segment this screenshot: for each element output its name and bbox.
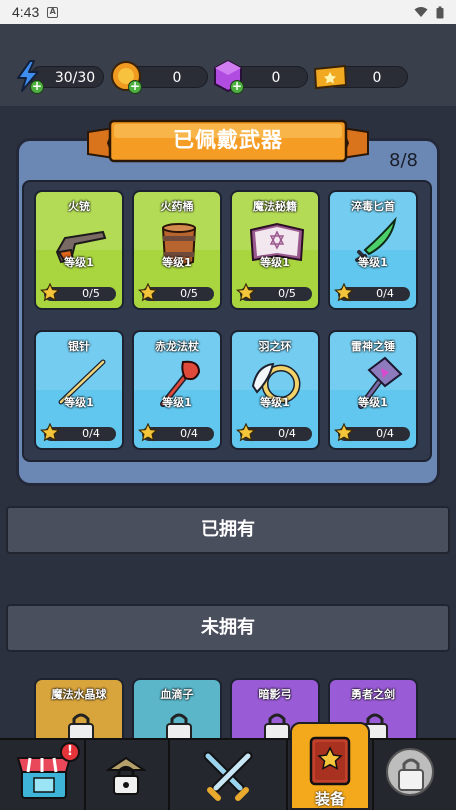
weapon-progress-text: 0/5 <box>180 287 198 300</box>
shop-alert-badge: ! <box>60 742 80 762</box>
star-icon <box>138 283 158 302</box>
nav-shop[interactable]: ! <box>4 740 84 810</box>
coin-value: 0 <box>172 70 182 86</box>
owned-section-header[interactable]: 已拥有 <box>6 506 450 554</box>
weapon-name: 银针 <box>68 340 90 353</box>
star-icon <box>236 423 256 442</box>
weapon-name: 魔法秘籍 <box>253 200 297 213</box>
weapon-progress-text: 0/4 <box>278 427 296 440</box>
nav-equipment-label: 装备 <box>314 790 345 808</box>
status-bar: 4:43 A <box>0 0 456 24</box>
star-icon <box>236 283 256 302</box>
weapon-level: 等级1 <box>260 396 290 409</box>
battery-icon <box>436 6 444 18</box>
notification-icon: A <box>47 6 59 18</box>
unowned-section-header[interactable]: 未拥有 <box>6 604 450 652</box>
gem-add-button[interactable]: + <box>230 80 244 94</box>
weapon-level: 等级1 <box>260 256 290 269</box>
gem-value: 0 <box>271 70 281 86</box>
star-icon <box>334 283 354 302</box>
weapon-name: 羽之环 <box>258 340 292 353</box>
lock-icon <box>398 758 424 791</box>
weapon-level: 等级1 <box>358 256 388 269</box>
weapon-name: 淬毒匕首 <box>351 200 395 213</box>
weapon-name: 血滴子 <box>160 688 194 701</box>
weapon-progress-text: 0/5 <box>278 287 296 300</box>
ticket-value: 0 <box>372 70 382 86</box>
weapon-name: 魔法水晶球 <box>51 688 107 701</box>
weapon-name: 勇者之剑 <box>351 688 395 701</box>
weapon-progress-text: 0/4 <box>180 427 198 440</box>
crossed-swords-icon <box>203 751 253 801</box>
weapon-card-powder-barrel[interactable]: 火药桶 等级1 0/5 <box>132 190 222 310</box>
star-icon <box>40 423 60 442</box>
weapon-name: 暗影弓 <box>258 688 292 701</box>
weapon-name: 火铳 <box>68 200 90 213</box>
wifi-icon <box>414 7 428 17</box>
star-icon <box>40 283 60 302</box>
weapon-level: 等级1 <box>64 396 94 409</box>
weapon-name: 雷神之锤 <box>351 340 395 353</box>
panel-title: 已佩戴武器 <box>173 128 283 152</box>
weapon-progress-text: 0/4 <box>376 427 394 440</box>
weapon-name: 火药桶 <box>160 200 194 213</box>
weapon-card-silver-needle[interactable]: 银针 等级1 0/4 <box>34 330 124 450</box>
equipment-book-icon <box>309 736 351 786</box>
nav-locked-2[interactable] <box>376 740 456 810</box>
weapon-card-flintlock[interactable]: 火铳 等级1 0/5 <box>34 190 124 310</box>
weapon-card-poison-dagger[interactable]: 淬毒匕首 等级1 0/4 <box>328 190 418 310</box>
weapon-card-spellbook[interactable]: 魔法秘籍 等级1 0/5 <box>230 190 320 310</box>
nav-locked-1[interactable] <box>86 740 166 810</box>
weapon-progress-text: 0/4 <box>82 427 100 440</box>
equipped-count: 8/8 <box>389 150 418 171</box>
weapon-level: 等级1 <box>358 396 388 409</box>
weapon-level: 等级1 <box>64 256 94 269</box>
star-icon <box>138 423 158 442</box>
weapon-level: 等级1 <box>162 256 192 269</box>
weapon-card-feather-ring[interactable]: 羽之环 等级1 0/4 <box>230 330 320 450</box>
weapon-card-thunder-hammer[interactable]: 雷神之锤 等级1 0/4 <box>328 330 418 450</box>
energy-value: 30/30 <box>54 70 96 86</box>
weapon-level: 等级1 <box>162 396 192 409</box>
status-time: 4:43 <box>12 4 40 20</box>
weapon-name: 赤龙法杖 <box>155 340 199 353</box>
weapon-progress-text: 0/4 <box>376 287 394 300</box>
star-icon <box>334 423 354 442</box>
nav-battle[interactable] <box>188 740 268 810</box>
energy-add-button[interactable]: + <box>30 80 44 94</box>
lock-icon <box>106 756 146 795</box>
weapon-progress-text: 0/5 <box>82 287 100 300</box>
weapon-card-dragon-staff[interactable]: 赤龙法杖 等级1 0/4 <box>132 330 222 450</box>
coin-add-button[interactable]: + <box>128 80 142 94</box>
ticket-icon <box>313 64 348 90</box>
